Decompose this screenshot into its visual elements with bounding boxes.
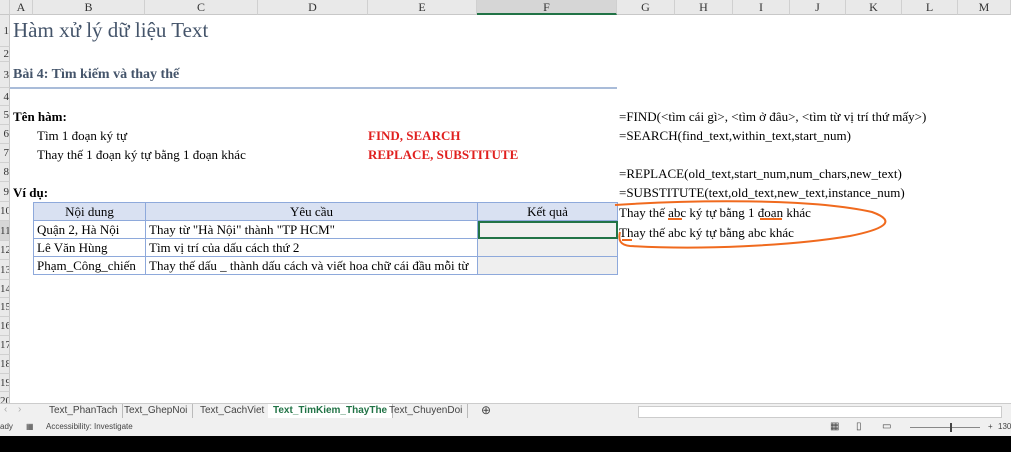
page-layout-icon[interactable]: ▯	[856, 418, 862, 436]
row-header[interactable]: 10	[0, 202, 10, 221]
column-header[interactable]: J	[790, 0, 846, 15]
table-row: Lê Văn Hùng Tìm vị trí của dấu cách thứ …	[33, 238, 618, 257]
row-header[interactable]: 8	[0, 163, 10, 182]
cell-content[interactable]: Phạm_Công_chiến	[33, 256, 146, 275]
column-header[interactable]: C	[145, 0, 258, 15]
row-header[interactable]: 12	[0, 241, 10, 260]
row-header[interactable]: 4	[0, 88, 10, 106]
syntax-replace: =REPLACE(old_text,start_num,num_chars,ne…	[619, 166, 902, 181]
row-header[interactable]: 19	[0, 374, 10, 392]
item-funcs: FIND, SEARCH	[368, 128, 461, 143]
row-header[interactable]: 2	[0, 47, 10, 62]
item-desc: Tìm 1 đoạn ký tự	[37, 128, 128, 143]
column-header[interactable]: M	[958, 0, 1011, 15]
zoom-slider[interactable]	[910, 427, 980, 428]
item-funcs: REPLACE, SUBSTITUTE	[368, 147, 519, 162]
column-header[interactable]: F	[477, 0, 617, 15]
accessibility-status[interactable]: Accessibility: Investigate	[46, 418, 133, 436]
column-header[interactable]: G	[617, 0, 675, 15]
header-noi-dung[interactable]: Nội dung	[33, 202, 146, 221]
row-header[interactable]: 13	[0, 260, 10, 280]
table-row: Quận 2, Hà Nội Thay từ "Hà Nội" thành "T…	[33, 220, 618, 239]
syntax-substitute: =SUBSTITUTE(text,old_text,new_text,insta…	[619, 185, 905, 200]
column-header[interactable]: H	[675, 0, 733, 15]
add-sheet-icon[interactable]: ⊕	[481, 404, 491, 417]
row-header[interactable]: 15	[0, 298, 10, 317]
table-header-row: Nội dung Yêu cầu Kết quả	[33, 202, 618, 221]
column-header[interactable]: K	[846, 0, 902, 15]
row-header[interactable]: 6	[0, 125, 10, 144]
tab-cachviet[interactable]: Text_CachViet	[195, 404, 271, 418]
tab-ghepnoi[interactable]: Text_GhepNoi	[119, 404, 194, 418]
tab-scroll-left-icon[interactable]: ‹	[4, 404, 7, 415]
cell-content[interactable]: Lê Văn Hùng	[33, 238, 146, 257]
row-header[interactable]: 9	[0, 182, 10, 202]
header-ket-qua[interactable]: Kết quả	[477, 202, 618, 221]
sheet-subtitle: Bài 4: Tìm kiếm và thay thế	[13, 67, 180, 82]
row-header[interactable]: 5	[0, 106, 10, 125]
cell-result-active[interactable]	[477, 220, 618, 239]
tab-phantach[interactable]: Text_PhanTach	[44, 404, 124, 418]
row-header[interactable]: 20	[0, 392, 10, 403]
zoom-slider-thumb[interactable]	[950, 423, 952, 432]
sheet-tab-bar: ‹ › Text_PhanTach Text_GhepNoi Text_Cach…	[0, 403, 1011, 420]
zoom-level: 130	[998, 422, 1011, 431]
row-header[interactable]: 1	[0, 15, 10, 47]
tab-scroll-right-icon[interactable]: ›	[18, 404, 21, 415]
subtitle-underline	[10, 87, 617, 89]
cell-request[interactable]: Thay từ "Hà Nội" thành "TP HCM"	[145, 220, 478, 239]
worksheet[interactable]: ABCDEFGHIJKLM 1 2 3 4 5 6 7 8 9 10 11 12 13 14 15 16 17 1…	[0, 0, 1011, 403]
cell-result[interactable]	[477, 256, 618, 275]
column-header[interactable]: L	[902, 0, 958, 15]
row-header[interactable]: 11	[0, 221, 10, 241]
page-break-icon[interactable]: ▭	[882, 418, 891, 436]
status-bar: ady ▦ Accessibility: Investigate ▦ ▯ ▭ +…	[0, 418, 1011, 436]
header-yeu-cau[interactable]: Yêu cầu	[145, 202, 478, 221]
cell-result[interactable]	[477, 238, 618, 257]
row-header[interactable]: 7	[0, 144, 10, 163]
syntax-find: =FIND(<tìm cái gì>, <tìm ở đâu>, <tìm từ…	[619, 109, 927, 124]
tab-chuyendoi[interactable]: Text_ChuyenDoi	[384, 404, 469, 418]
normal-view-icon[interactable]: ▦	[830, 418, 839, 436]
column-header[interactable]: I	[733, 0, 790, 15]
row-header[interactable]: 3	[0, 62, 10, 88]
example-table: Nội dung Yêu cầu Kết quả Quận 2, Hà Nội …	[33, 202, 618, 275]
example-label: Ví dụ:	[13, 185, 49, 200]
pen-annotation	[614, 200, 887, 249]
row-header[interactable]: 14	[0, 280, 10, 298]
column-header[interactable]: D	[258, 0, 368, 15]
cell-content[interactable]: Quận 2, Hà Nội	[33, 220, 146, 239]
item-desc: Thay thế 1 đoạn ký tự bằng 1 đoạn khác	[37, 147, 246, 162]
row-header[interactable]: 18	[0, 355, 10, 374]
horizontal-scrollbar[interactable]	[638, 406, 1002, 418]
sheet-title: Hàm xử lý dữ liệu Text	[13, 18, 209, 42]
column-header[interactable]: E	[368, 0, 477, 15]
syntax-search: =SEARCH(find_text,within_text,start_num)	[619, 128, 851, 143]
status-ready: ady	[0, 422, 13, 431]
cell-request[interactable]: Tìm vị trí của dấu cách thứ 2	[145, 238, 478, 257]
function-label: Tên hàm:	[13, 109, 67, 124]
cell-request[interactable]: Thay thế dấu _ thành dấu cách và viết ho…	[145, 256, 478, 275]
macro-icon[interactable]: ▦	[26, 418, 34, 436]
table-row: Phạm_Công_chiến Thay thế dấu _ thành dấu…	[33, 256, 618, 275]
column-header[interactable]: B	[33, 0, 145, 15]
select-all-corner[interactable]	[0, 0, 10, 15]
row-header[interactable]: 16	[0, 317, 10, 336]
zoom-in-icon[interactable]: +	[988, 418, 993, 436]
column-header[interactable]: A	[10, 0, 33, 15]
row-header[interactable]: 17	[0, 336, 10, 355]
